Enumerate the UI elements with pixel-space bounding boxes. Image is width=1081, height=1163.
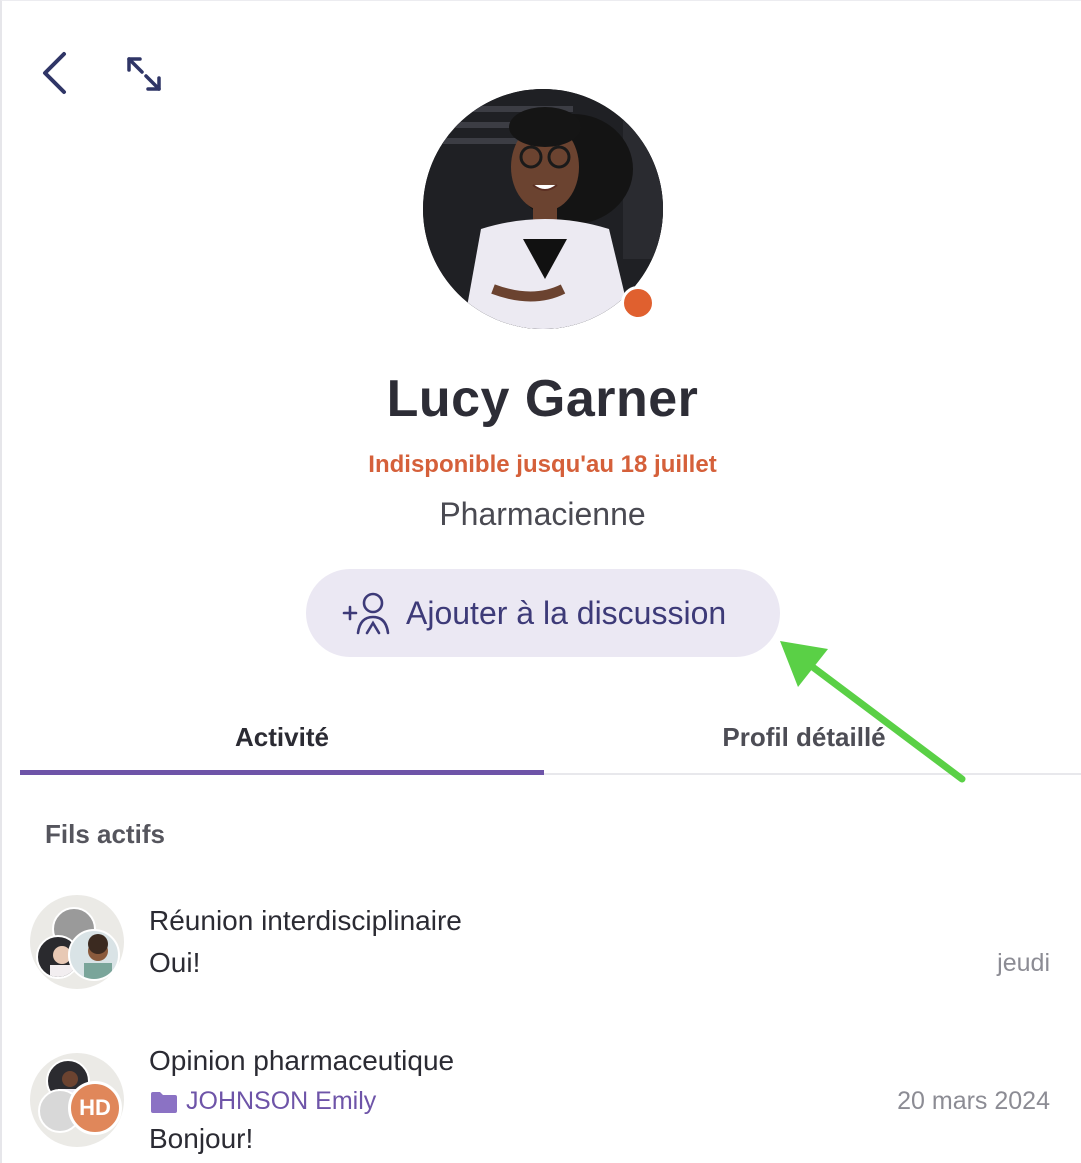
thread-last-message: Oui! xyxy=(149,947,201,978)
thread-item[interactable]: Réunion interdisciplinaire Oui! jeudi xyxy=(2,887,1081,997)
chevron-left-icon xyxy=(43,52,66,94)
expand-button[interactable] xyxy=(120,51,168,97)
status-indicator xyxy=(621,286,655,320)
add-to-discussion-label: Ajouter à la discussion xyxy=(406,594,727,631)
availability-status: Indisponible jusqu'au 18 juillet xyxy=(368,451,717,478)
active-tab-indicator xyxy=(20,770,544,775)
thread-title: Réunion interdisciplinaire xyxy=(149,905,462,936)
profile-avatar xyxy=(423,89,663,329)
add-to-discussion-button[interactable]: Ajouter à la discussion xyxy=(306,569,780,657)
patient-folder: JOHNSON Emily xyxy=(150,1087,376,1116)
profile-panel: Lucy Garner Indisponible jusqu'au 18 jui… xyxy=(0,0,1081,1163)
active-threads-heading: Fils actifs xyxy=(45,819,165,849)
thread-last-message: Bonjour! xyxy=(149,1123,254,1154)
add-user-icon xyxy=(342,592,390,635)
thread-date: jeudi xyxy=(997,949,1050,977)
annotation-arrow xyxy=(780,641,966,783)
profile-name: Lucy Garner xyxy=(386,370,699,428)
expand-icon xyxy=(127,57,161,91)
profile-role: Pharmacienne xyxy=(439,496,646,532)
thread-item[interactable]: HD Opinion pharmaceutique JOHNSON Emily … xyxy=(2,1031,1081,1163)
group-avatar xyxy=(30,895,124,989)
tab-activity-label: Activité xyxy=(235,721,329,752)
initials-avatar: HD xyxy=(68,1081,122,1135)
group-avatar: HD xyxy=(30,1053,124,1147)
back-button[interactable] xyxy=(32,49,76,97)
folder-icon xyxy=(151,1091,177,1113)
member-avatar xyxy=(68,929,120,981)
thread-title: Opinion pharmaceutique xyxy=(149,1045,455,1076)
tab-activity[interactable]: Activité xyxy=(20,701,544,775)
patient-name: JOHNSON Emily xyxy=(186,1087,377,1115)
thread-date: 20 mars 2024 xyxy=(897,1087,1050,1115)
